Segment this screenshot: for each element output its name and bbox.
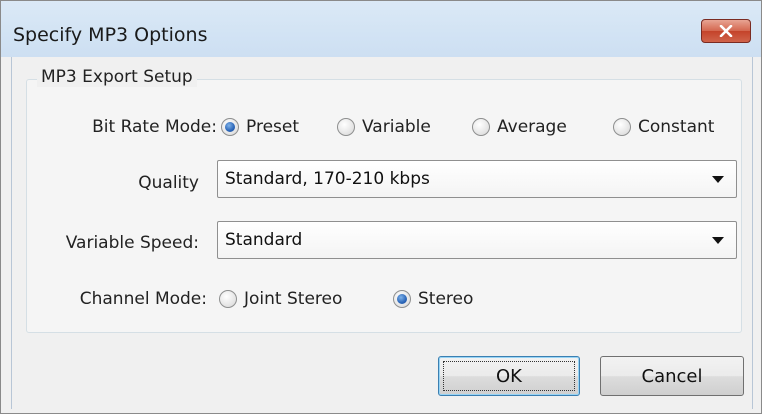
radio-indicator [472,118,490,136]
radio-label: Average [497,117,567,137]
quality-select[interactable]: Standard, 170-210 kbps [217,160,737,198]
chevron-down-icon [712,176,724,183]
dialog-body: MP3 Export Setup Bit Rate Mode: Preset V… [11,57,753,409]
variable-speed-select[interactable]: Standard [217,221,737,259]
radio-label: Preset [246,117,300,137]
radio-constant[interactable]: Constant [613,117,714,137]
ok-button[interactable]: OK [438,356,580,396]
radio-average[interactable]: Average [472,117,567,137]
title-bar[interactable]: Specify MP3 Options [1,1,761,57]
radio-label: Joint Stereo [244,289,343,309]
radio-indicator [393,290,411,308]
close-icon [719,25,733,37]
chevron-down-icon [712,237,724,244]
radio-label: Variable [362,117,431,137]
bit-rate-mode-label: Bit Rate Mode: [92,117,217,137]
radio-preset[interactable]: Preset [221,117,299,137]
window-title: Specify MP3 Options [13,24,208,46]
radio-indicator [337,118,355,136]
mp3-options-dialog: Specify MP3 Options MP3 Export Setup Bit… [0,0,762,414]
radio-indicator [221,118,239,136]
quality-label: Quality [138,173,199,193]
radio-joint-stereo[interactable]: Joint Stereo [219,289,342,309]
variable-speed-label: Variable Speed: [65,233,199,253]
radio-variable[interactable]: Variable [337,117,431,137]
radio-label: Stereo [418,289,474,309]
quality-value: Standard, 170-210 kbps [225,169,430,189]
radio-indicator [613,118,631,136]
variable-speed-value: Standard [225,230,303,250]
cancel-button[interactable]: Cancel [600,356,744,396]
radio-indicator [219,290,237,308]
cancel-label: Cancel [641,365,703,387]
radio-stereo[interactable]: Stereo [393,289,473,309]
mp3-export-setup-group: MP3 Export Setup Bit Rate Mode: Preset V… [26,67,742,333]
group-legend: MP3 Export Setup [37,67,197,87]
close-button[interactable] [701,19,751,43]
radio-label: Constant [638,117,715,137]
focus-rect [443,361,575,391]
channel-mode-label: Channel Mode: [79,289,207,309]
